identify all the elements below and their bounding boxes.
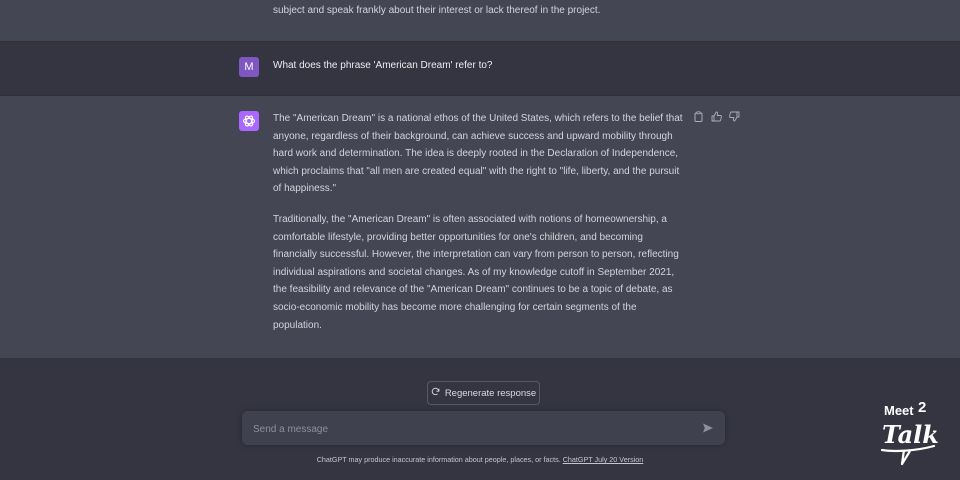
version-link[interactable]: ChatGPT July 20 Version [563,455,644,464]
meet2talk-logo: Meet 2 Talk [876,398,946,468]
logo-text-meet: Meet [884,403,914,418]
thumbs-up-icon[interactable] [711,111,722,122]
regenerate-button[interactable]: Regenerate response [427,381,540,405]
disclaimer-footer: ChatGPT may produce inaccurate informati… [0,455,960,464]
paper-plane-icon[interactable] [701,421,715,435]
previous-message-text: subject and speak frankly about their in… [273,5,601,16]
assistant-paragraph: The "American Dream" is a national ethos… [273,113,683,195]
message-actions [693,111,740,122]
previous-message-row: subject and speak frankly about their in… [0,0,960,41]
logo-text-2: 2 [918,399,926,416]
assistant-message-text: The "American Dream" is a national ethos… [273,110,687,347]
clipboard-icon[interactable] [693,111,704,122]
disclaimer-text: ChatGPT may produce inaccurate informati… [316,455,563,464]
regenerate-label: Regenerate response [444,387,537,399]
user-message-text: What does the phrase 'American Dream' re… [273,60,493,71]
logo-text-talk: Talk [882,420,939,449]
assistant-paragraph: Traditionally, the "American Dream" is o… [273,213,679,331]
message-composer [242,411,725,445]
user-avatar: M [239,57,259,77]
thumbs-down-icon[interactable] [729,111,740,122]
openai-logo-icon [239,111,259,131]
refresh-icon [431,387,440,399]
message-input[interactable] [251,419,685,439]
